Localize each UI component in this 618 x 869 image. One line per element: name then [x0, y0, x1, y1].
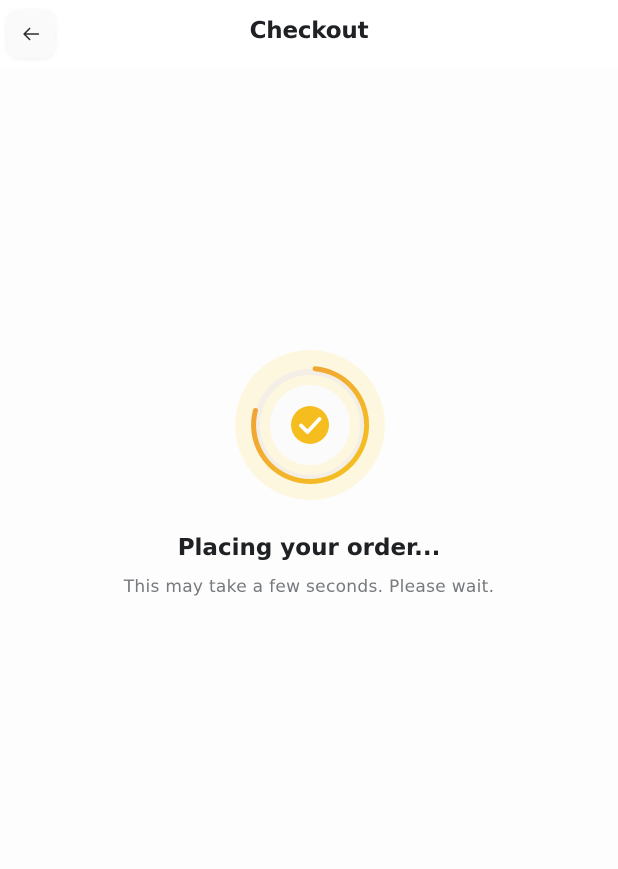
order-progress-panel: Placing your order... This may take a fe… — [0, 68, 618, 869]
page-title: Checkout — [249, 18, 369, 44]
status-subtitle: This may take a few seconds. Please wait… — [123, 577, 495, 597]
status-title: Placing your order... — [177, 535, 441, 561]
check-circle-icon — [291, 406, 329, 444]
loading-indicator — [234, 349, 386, 501]
top-bar: Checkout — [0, 0, 618, 68]
